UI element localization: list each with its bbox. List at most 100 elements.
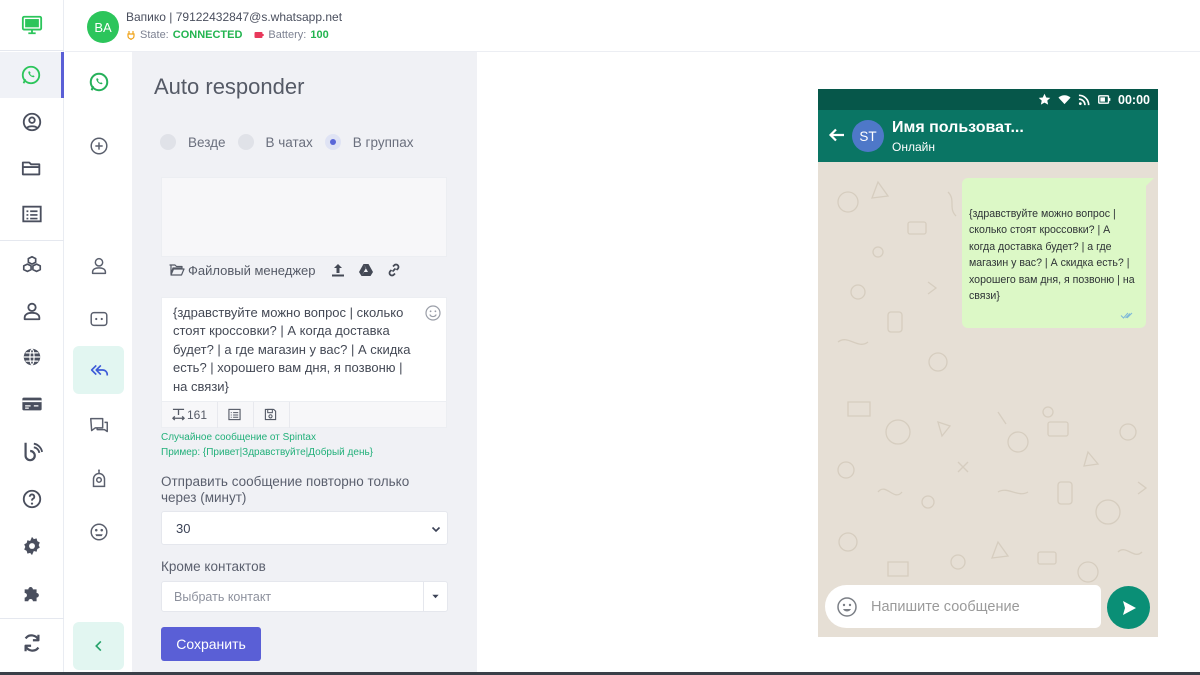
phone-preview: 00:00 ST Имя пользоват... Онлайн {здравс… [818,89,1158,637]
floppy-icon [264,408,277,421]
resend-value: 30 [176,520,191,536]
radio-dot[interactable] [324,134,341,150]
battery-icon [254,32,265,38]
bubble-text: {здравствуйте можно вопрос | сколько сто… [969,208,1135,303]
send-button[interactable] [1107,586,1150,629]
chat-icon[interactable] [73,402,124,450]
bubble-tail [1146,178,1154,186]
help-icon[interactable] [0,476,64,522]
battery-value: 100 [310,29,329,41]
folder-open-icon [169,264,185,276]
state-label: State: [140,29,169,41]
bot-icon[interactable] [73,295,124,343]
google-drive-icon[interactable] [358,262,374,278]
phone-time: 00:00 [1118,92,1150,107]
save-button[interactable]: Сохранить [161,627,261,661]
file-toolbar: Файловый менеджер [169,262,402,278]
phone-status-bar: 00:00 [818,89,1158,110]
resend-minutes-select[interactable]: 30 [161,511,448,545]
whatsapp-icon[interactable] [0,52,64,98]
radio-dot[interactable] [160,134,176,150]
double-check-icon [1120,312,1133,319]
upload-icon[interactable] [330,262,346,278]
avatar: BA [87,11,119,43]
message-input[interactable] [871,598,1091,615]
left-icon-rail [0,0,64,675]
reply-all-icon[interactable] [73,346,124,394]
refresh-icon[interactable] [0,620,64,666]
battery-icon [1098,95,1111,104]
robot-icon[interactable] [73,455,124,503]
state-value: CONNECTED [172,29,243,41]
file-manager-link[interactable]: Файловый менеджер [188,263,316,278]
text-width-icon [172,408,185,421]
contact-avatar[interactable]: ST [852,120,884,152]
wifi-icon [1058,95,1071,105]
subnav-column [65,52,132,675]
spintax-hint: Случайное сообщение от Spintax [161,432,316,443]
send-icon [1122,600,1136,615]
user-icon[interactable] [0,288,64,334]
link-icon[interactable] [386,262,402,278]
resend-label: Отправить сообщение повторно только чере… [161,474,410,505]
gear-icon[interactable] [0,523,64,569]
emoji-icon[interactable] [73,508,124,556]
rail-divider [0,240,64,241]
template-button[interactable] [218,401,255,428]
smile-icon[interactable] [425,305,441,321]
back-arrow-icon[interactable] [828,126,846,144]
radio-chats[interactable]: В чатах [237,134,313,150]
rail-divider [0,618,64,619]
message-toolbar: 161 [161,401,447,428]
page-title: Auto responder [154,74,305,99]
dropdown-toggle[interactable] [423,581,447,612]
char-counter: 161 [162,401,219,428]
spintax-example: Пример: {Привет|Здравствуйте|Добрый день… [161,447,374,458]
radio-label: В чатах [265,134,313,150]
auto-responder-panel: Auto responder Везде В чатах В группах Ф… [132,52,477,675]
globe-icon[interactable] [0,334,64,380]
message-composer [825,585,1101,628]
radio-groups[interactable]: В группах [324,134,414,150]
contact-placeholder: Выбрать контакт [174,589,272,604]
contact-select[interactable]: Выбрать контакт [161,581,448,612]
folder-icon[interactable] [0,145,64,191]
list-icon[interactable] [0,191,64,237]
battery-label: Battery: [268,29,307,41]
radio-everywhere[interactable]: Везде [160,134,226,150]
collapse-button[interactable] [73,622,124,670]
plus-circle-icon[interactable] [73,122,124,170]
chat-status: Онлайн [892,140,935,154]
radio-dot[interactable] [237,134,254,150]
chat-name: Имя пользоват... [892,119,1024,136]
scope-radio-group: Везде В чатах В группах [160,134,425,150]
monitor-icon[interactable] [0,2,64,48]
radio-label: Везде [188,134,226,150]
exclude-contacts-label: Кроме контактов [161,559,266,574]
save-template-button[interactable] [254,401,291,428]
emoji-icon[interactable] [836,596,858,618]
chevron-down-icon [431,526,441,533]
plug-icon [127,31,135,40]
bitly-icon[interactable] [0,428,64,474]
account-name: Вапико | 79122432847@s.whatsapp.net [126,10,343,24]
media-dropzone[interactable] [161,177,447,257]
puzzle-icon[interactable] [0,570,64,616]
account-header: BA Вапико | 79122432847@s.whatsapp.net S… [65,0,1200,52]
chat-header: ST Имя пользоват... Онлайн [818,110,1158,162]
char-count: 161 [187,407,208,422]
cubes-icon[interactable] [0,242,64,288]
message-textarea[interactable]: {здравствуйте можно вопрос | сколько сто… [161,297,447,402]
caret-down-icon [432,594,439,599]
rail-divider [0,50,64,51]
user-icon[interactable] [73,242,124,290]
whatsapp-icon[interactable] [73,58,124,106]
radio-label: В группах [352,134,414,150]
message-bubble: {здравствуйте можно вопрос | сколько сто… [962,178,1154,328]
connection-status: State: CONNECTED Battery: 100 [126,29,329,41]
user-circle-icon[interactable] [0,99,64,145]
star-icon [1038,93,1051,105]
list-icon [228,408,241,421]
card-icon[interactable] [0,381,64,427]
chevron-left-icon [94,640,101,652]
